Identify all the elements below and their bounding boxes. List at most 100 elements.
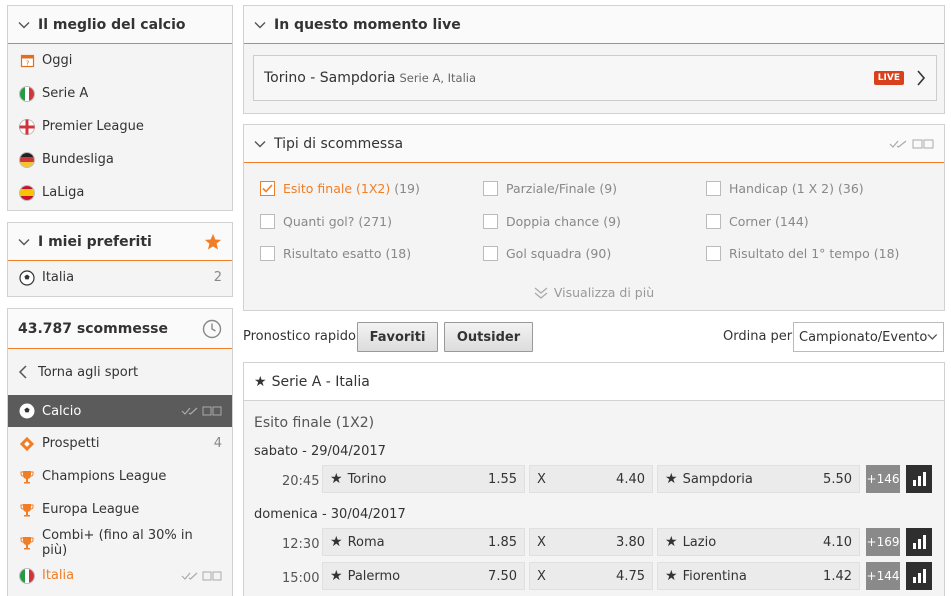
- outsider-button[interactable]: Outsider: [444, 322, 533, 352]
- checkbox[interactable]: [260, 214, 275, 229]
- sidebar-item-label: Italia: [42, 568, 75, 583]
- stats-icon[interactable]: [906, 528, 932, 556]
- chevron-left-icon: [18, 365, 27, 379]
- prospetti-icon: [18, 435, 36, 453]
- home-odd: 1.55: [488, 471, 517, 487]
- day-date: domenica - 30/04/2017: [254, 507, 406, 522]
- draw-odd-button[interactable]: X 4.40: [529, 465, 653, 493]
- stats-icon[interactable]: [906, 465, 932, 493]
- home-odd: 7.50: [488, 568, 517, 584]
- bet-types-panel: Tipi di scommessa Esito finale (1X2) (19…: [243, 124, 945, 311]
- sort-value: Campionato/Evento: [799, 329, 928, 345]
- away-odd-button[interactable]: ★ Fiorentina 1.42: [657, 562, 860, 590]
- sidebar-item-label: Premier League: [42, 119, 144, 134]
- stats-icon[interactable]: [906, 562, 932, 590]
- sidebar-item-serie-a[interactable]: Serie A: [8, 77, 232, 110]
- sidebar-item-champions-league[interactable]: Champions League: [8, 460, 232, 493]
- trophy-icon: [18, 468, 36, 486]
- sports-header: 43.787 scommesse: [8, 309, 232, 349]
- market-option-gol-squadra[interactable]: Gol squadra (90): [483, 246, 611, 261]
- view-toggle-icon[interactable]: [181, 406, 222, 416]
- panel-title: Il meglio del calcio: [38, 16, 186, 33]
- away-odd-button[interactable]: ★ Lazio 4.10: [657, 528, 860, 556]
- draw-odd-button[interactable]: X 4.75: [529, 562, 653, 590]
- clock-icon[interactable]: [202, 319, 222, 339]
- checkbox[interactable]: [260, 246, 275, 261]
- live-badge: LIVE: [873, 71, 904, 85]
- favorites-header[interactable]: I miei preferiti: [8, 223, 232, 261]
- checkbox[interactable]: [706, 246, 721, 261]
- more-markets-button[interactable]: +146: [866, 465, 900, 493]
- market-label: Risultato esatto: [283, 246, 382, 261]
- show-more-link[interactable]: Visualizza di più: [244, 285, 944, 300]
- sidebar-item-premier-league[interactable]: Premier League: [8, 110, 232, 143]
- bet-types-header[interactable]: Tipi di scommessa: [244, 125, 944, 163]
- live-event-row[interactable]: Torino - Sampdoria Serie A, Italia LIVE: [253, 55, 937, 101]
- view-toggle-icon[interactable]: [181, 571, 222, 581]
- market-count: (19): [394, 181, 420, 196]
- more-markets-button[interactable]: +144: [866, 562, 900, 590]
- checkbox[interactable]: [483, 181, 498, 196]
- draw-label: X: [537, 471, 546, 487]
- checkbox[interactable]: [706, 181, 721, 196]
- away-team: Lazio: [682, 534, 717, 550]
- sidebar-item-prospetti[interactable]: Prospetti 4: [8, 427, 232, 460]
- live-header[interactable]: In questo momento live: [244, 6, 944, 44]
- more-markets-button[interactable]: +169: [866, 528, 900, 556]
- sidebar-item-combi-plus[interactable]: Combi+ (fino al 30% in più): [8, 526, 232, 559]
- sidebar-item-label: Oggi: [42, 53, 73, 68]
- chevron-right-icon: [917, 70, 926, 86]
- sidebar-item-europa-league[interactable]: Europa League: [8, 493, 232, 526]
- best-of-football-header[interactable]: Il meglio del calcio: [8, 6, 232, 44]
- market-count: (90): [585, 246, 612, 261]
- market-label: Corner: [729, 214, 772, 229]
- market-option-risultato-primo-tempo[interactable]: Risultato del 1° tempo (18): [706, 246, 899, 261]
- market-option-corner[interactable]: Corner (144): [706, 214, 809, 229]
- market-option-esito-finale[interactable]: Esito finale (1X2) (19): [260, 181, 420, 196]
- best-of-football-panel: Il meglio del calcio ? Oggi Serie A Prem…: [7, 5, 233, 211]
- sort-select[interactable]: Campionato/Evento: [793, 322, 944, 352]
- home-odd-button[interactable]: ★ Torino 1.55: [322, 465, 525, 493]
- sidebar-item-italia[interactable]: Italia: [8, 559, 232, 592]
- star-icon[interactable]: [204, 233, 222, 251]
- market-option-risultato-esatto[interactable]: Risultato esatto (18): [260, 246, 411, 261]
- market-label: Gol squadra: [506, 246, 582, 261]
- sidebar-item-laliga[interactable]: LaLiga: [8, 176, 232, 209]
- market-option-doppia-chance[interactable]: Doppia chance (9): [483, 214, 621, 229]
- home-odd: 1.85: [488, 534, 517, 550]
- panel-title: I miei preferiti: [38, 233, 152, 250]
- back-to-sports-link[interactable]: Torna agli sport: [8, 349, 232, 395]
- market-option-handicap[interactable]: Handicap (1 X 2) (36): [706, 181, 864, 196]
- soccer-ball-icon: [18, 269, 36, 287]
- star-icon: ★: [330, 471, 343, 487]
- star-icon[interactable]: ★: [254, 374, 267, 390]
- favorite-item-italia[interactable]: Italia 2: [8, 261, 232, 294]
- checkbox[interactable]: [483, 214, 498, 229]
- market-count: (36): [837, 181, 864, 196]
- sidebar-item-calcio-active[interactable]: Calcio: [8, 395, 232, 427]
- day-date: sabato - 29/04/2017: [254, 444, 386, 459]
- sidebar-item-label: Combi+ (fino al 30% in più): [42, 527, 193, 558]
- sidebar-item-label: Europa League: [42, 502, 140, 517]
- back-label: Torna agli sport: [38, 364, 139, 380]
- draw-label: X: [537, 568, 546, 584]
- market-option-parziale-finale[interactable]: Parziale/Finale (9): [483, 181, 617, 196]
- home-odd-button[interactable]: ★ Palermo 7.50: [322, 562, 525, 590]
- market-option-quanti-gol[interactable]: Quanti gol? (271): [260, 214, 392, 229]
- star-icon: ★: [330, 568, 343, 584]
- view-toggle-icon[interactable]: [889, 139, 934, 149]
- home-odd-button[interactable]: ★ Roma 1.85: [322, 528, 525, 556]
- panel-title: Tipi di scommessa: [274, 135, 404, 152]
- checkbox[interactable]: [706, 214, 721, 229]
- away-odd-button[interactable]: ★ Sampdoria 5.50: [657, 465, 860, 493]
- sidebar-item-oggi[interactable]: ? Oggi: [8, 44, 232, 77]
- checkbox[interactable]: [483, 246, 498, 261]
- favorites-button[interactable]: Favoriti: [357, 322, 438, 352]
- league-header[interactable]: ★ Serie A - Italia: [244, 363, 944, 401]
- draw-odd-button[interactable]: X 3.80: [529, 528, 653, 556]
- league-block: ★ Serie A - Italia Esito finale (1X2) sa…: [243, 362, 945, 596]
- germany-flag-icon: [18, 151, 36, 169]
- sidebar-item-bundesliga[interactable]: Bundesliga: [8, 143, 232, 176]
- checkbox-checked[interactable]: [260, 181, 275, 196]
- sidebar-item-label: Prospetti: [42, 436, 100, 451]
